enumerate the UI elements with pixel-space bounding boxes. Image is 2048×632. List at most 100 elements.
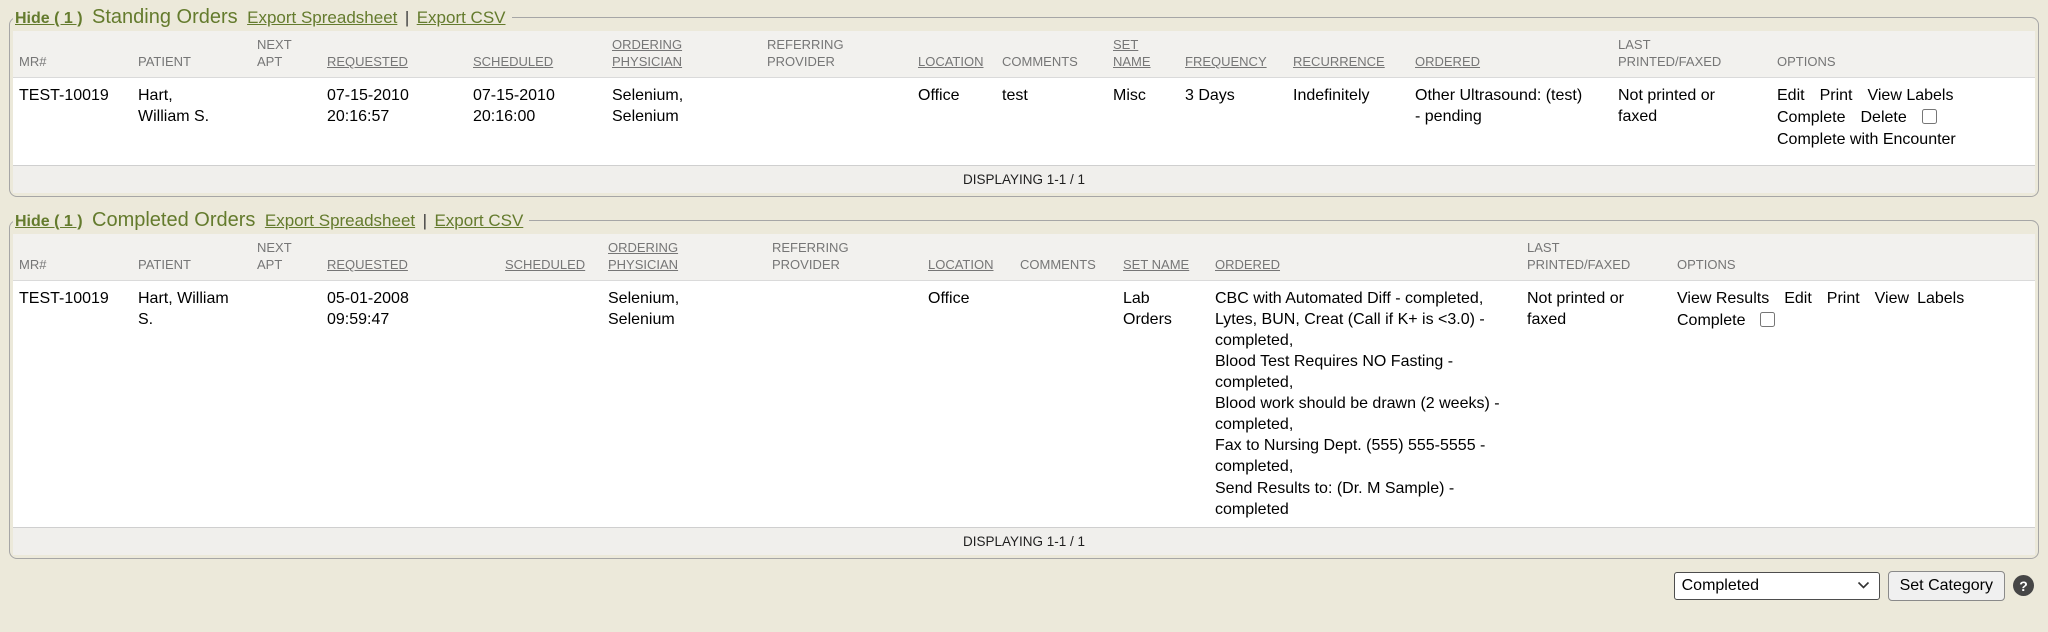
category-bar: Completed Set Category ? — [9, 571, 2039, 601]
col-header-set-name[interactable]: SET NAME — [1117, 234, 1209, 280]
completed-orders-title: Completed Orders — [92, 209, 255, 231]
col-header-recurrence[interactable]: RECURRENCE — [1287, 31, 1409, 77]
separator: | — [405, 8, 409, 27]
cell-location: Office — [912, 77, 996, 165]
cell-patient: Hart, William S. — [132, 280, 251, 527]
col-header-ordering-physician[interactable]: ORDERING PHYSICIAN — [602, 234, 766, 280]
cell-last-printed: Not printed or faxed — [1521, 280, 1671, 527]
complete-link[interactable]: Complete — [1777, 109, 1845, 126]
completed-orders-section: Hide ( 1 ) Completed Orders Export Sprea… — [9, 209, 2039, 559]
col-header-scheduled[interactable]: SCHEDULED — [499, 234, 602, 280]
completed-export-spreadsheet-link[interactable]: Export Spreadsheet — [265, 211, 415, 230]
complete-link[interactable]: Complete — [1677, 312, 1745, 329]
help-icon[interactable]: ? — [2013, 575, 2034, 596]
view-link[interactable]: View — [1875, 290, 1909, 307]
table-row: TEST-10019 Hart, William S. 05-01-2008 0… — [13, 280, 2035, 527]
completed-hide-link[interactable]: Hide ( 1 ) — [15, 213, 83, 230]
labels-link[interactable]: Labels — [1917, 290, 1964, 307]
edit-link[interactable]: Edit — [1784, 290, 1812, 307]
cell-mr: TEST-10019 — [13, 280, 132, 527]
cell-comments: test — [996, 77, 1107, 165]
completed-header-row: MR# PATIENT NEXT APT REQUESTED SCHEDULED… — [13, 234, 2035, 280]
print-link[interactable]: Print — [1827, 290, 1860, 307]
col-header-location[interactable]: LOCATION — [922, 234, 1014, 280]
separator: | — [423, 211, 427, 230]
standing-orders-section: Hide ( 1 ) Standing Orders Export Spread… — [9, 6, 2039, 197]
cell-recurrence: Indefinitely — [1287, 77, 1409, 165]
cell-referring-provider — [761, 77, 912, 165]
col-header-requested[interactable]: REQUESTED — [321, 31, 467, 77]
completed-orders-legend: Hide ( 1 ) Completed Orders Export Sprea… — [13, 209, 529, 232]
cell-scheduled: 07-15-2010 20:16:00 — [467, 77, 606, 165]
cell-patient: Hart, William S. — [132, 77, 251, 165]
col-header-scheduled[interactable]: SCHEDULED — [467, 31, 606, 77]
cell-next-apt — [251, 280, 321, 527]
print-link[interactable]: Print — [1820, 87, 1853, 104]
completed-displaying-row: DISPLAYING 1-1 / 1 — [13, 527, 2035, 555]
col-header-next-apt: NEXT APT — [251, 234, 321, 280]
cell-options: View Results Edit Print View Labels Complete — [1671, 280, 2035, 527]
cell-last-printed: Not printed or faxed — [1612, 77, 1771, 165]
col-header-location[interactable]: LOCATION — [912, 31, 996, 77]
col-header-ordered[interactable]: ORDERED — [1409, 31, 1612, 77]
view-results-link[interactable]: View Results — [1677, 290, 1769, 307]
cell-referring-provider — [766, 280, 922, 527]
cell-next-apt — [251, 77, 321, 165]
cell-requested: 05-01-2008 09:59:47 — [321, 280, 499, 527]
col-header-referring-provider: REFERRING PROVIDER — [766, 234, 922, 280]
view-labels-link[interactable]: View Labels — [1867, 87, 1953, 104]
cell-ordered: Other Ultrasound: (test) - pending — [1409, 77, 1612, 165]
col-header-options: OPTIONS — [1671, 234, 2035, 280]
standing-hide-link[interactable]: Hide ( 1 ) — [15, 10, 83, 27]
col-header-frequency[interactable]: FREQUENCY — [1179, 31, 1287, 77]
category-select-value: Completed — [1682, 577, 1759, 595]
col-header-comments: COMMENTS — [996, 31, 1107, 77]
standing-header-row: MR# PATIENT NEXT APT REQUESTED SCHEDULED… — [13, 31, 2035, 77]
table-row: TEST-10019 Hart, William S. 07-15-2010 2… — [13, 77, 2035, 165]
cell-requested: 07-15-2010 20:16:57 — [321, 77, 467, 165]
col-header-comments: COMMENTS — [1014, 234, 1117, 280]
standing-export-csv-link[interactable]: Export CSV — [417, 8, 506, 27]
col-header-mr: MR# — [13, 31, 132, 77]
standing-orders-table: MR# PATIENT NEXT APT REQUESTED SCHEDULED… — [13, 31, 2035, 193]
col-header-last-printed: LAST PRINTED/FAXED — [1521, 234, 1671, 280]
edit-link[interactable]: Edit — [1777, 87, 1805, 104]
col-header-ordered[interactable]: ORDERED — [1209, 234, 1521, 280]
cell-scheduled — [499, 280, 602, 527]
set-category-button[interactable]: Set Category — [1888, 571, 2005, 601]
delete-link[interactable]: Delete — [1860, 109, 1906, 126]
standing-orders-title: Standing Orders — [92, 6, 238, 28]
col-header-last-printed: LAST PRINTED/FAXED — [1612, 31, 1771, 77]
col-header-patient: PATIENT — [132, 31, 251, 77]
cell-ordered: CBC with Automated Diff - completed, Lyt… — [1209, 280, 1521, 527]
col-header-ordering-physician[interactable]: ORDERING PHYSICIAN — [606, 31, 761, 77]
chevron-down-icon — [1857, 581, 1870, 590]
completed-export-csv-link[interactable]: Export CSV — [434, 211, 523, 230]
completed-orders-table: MR# PATIENT NEXT APT REQUESTED SCHEDULED… — [13, 234, 2035, 555]
complete-with-encounter-link[interactable]: Complete with Encounter — [1777, 131, 1956, 148]
order-select-checkbox[interactable] — [1922, 109, 1937, 124]
cell-ordering-physician: Selenium, Selenium — [606, 77, 761, 165]
displaying-count: DISPLAYING 1-1 / 1 — [13, 527, 2035, 555]
col-header-referring-provider: REFERRING PROVIDER — [761, 31, 912, 77]
cell-set-name: Misc — [1107, 77, 1179, 165]
order-select-checkbox[interactable] — [1760, 312, 1775, 327]
displaying-count: DISPLAYING 1-1 / 1 — [13, 165, 2035, 193]
col-header-patient: PATIENT — [132, 234, 251, 280]
cell-set-name: Lab Orders — [1117, 280, 1209, 527]
col-header-next-apt: NEXT APT — [251, 31, 321, 77]
cell-mr: TEST-10019 — [13, 77, 132, 165]
cell-location: Office — [922, 280, 1014, 527]
cell-options: Edit Print View Labels Complete Delete Comp… — [1771, 77, 2035, 165]
cell-frequency: 3 Days — [1179, 77, 1287, 165]
standing-displaying-row: DISPLAYING 1-1 / 1 — [13, 165, 2035, 193]
col-header-requested[interactable]: REQUESTED — [321, 234, 499, 280]
category-select[interactable]: Completed — [1674, 572, 1880, 600]
col-header-options: OPTIONS — [1771, 31, 2035, 77]
cell-ordering-physician: Selenium, Selenium — [602, 280, 766, 527]
col-header-mr: MR# — [13, 234, 132, 280]
standing-orders-legend: Hide ( 1 ) Standing Orders Export Spread… — [13, 6, 512, 29]
col-header-set-name[interactable]: SET NAME — [1107, 31, 1179, 77]
standing-export-spreadsheet-link[interactable]: Export Spreadsheet — [247, 8, 397, 27]
cell-comments — [1014, 280, 1117, 527]
